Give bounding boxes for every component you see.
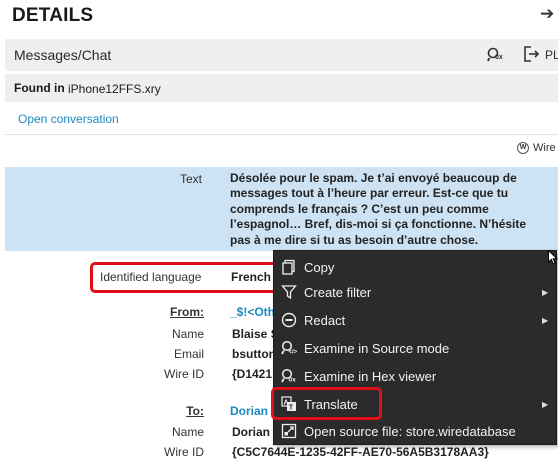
found-in-label: Found in [14,81,65,95]
identified-language-label: Identified language [100,270,202,284]
menu-item-create-filter[interactable]: Create filter ▶ [274,278,558,306]
menu-item-examine-hex[interactable]: 0x Examine in Hex viewer [274,362,558,390]
svg-text:0x: 0x [495,54,503,61]
record-type-label: Messages/Chat [14,47,112,63]
menu-item-examine-source[interactable]: </> Examine in Source mode [274,334,558,362]
text-field-value[interactable]: Désolée pour le spam. Je t’ai envoyé bea… [230,171,548,248]
menu-item-label: Copy [304,259,335,275]
menu-item-label: Examine in Source mode [304,340,450,356]
to-name-value[interactable]: Dorian [232,425,270,439]
toolbar-truncated-label[interactable]: PL [545,48,558,62]
examine-source-icon: </> [274,340,304,356]
open-conversation-link[interactable]: Open conversation [18,112,119,126]
from-wire-id-value[interactable]: {D1421 [232,367,272,381]
menu-item-open-source-file[interactable]: Open source file: store.wiredatabase [274,417,558,445]
to-wire-id-label: Wire ID [164,445,204,459]
text-field-label: Text [180,172,203,186]
filter-icon [274,284,304,300]
open-source-file-icon [274,423,304,439]
submenu-arrow-icon: ▶ [542,399,549,409]
identified-language-value[interactable]: French [231,270,271,284]
from-name-label: Name [171,327,204,341]
from-name-value[interactable]: Blaise S [232,327,279,341]
from-wire-id-label: Wire ID [164,367,204,381]
to-wire-id-value[interactable]: {C5C7644E-1235-42FF-AE70-56A5B3178AA3} [232,445,489,459]
to-name-label: Name [171,425,204,439]
redact-icon [274,312,304,328]
found-in-value: iPhone12FFS.xry [68,82,161,96]
wire-logo-icon: W [517,142,529,154]
from-value-link[interactable]: _$!<Oth [230,305,275,319]
menu-item-label: Open source file: store.wiredatabase [304,423,516,439]
examine-hex-icon[interactable]: 0x [487,46,505,67]
menu-item-label: Examine in Hex viewer [304,368,437,384]
copy-icon [274,259,304,275]
translate-highlight-box [271,387,382,420]
to-value-link[interactable]: Dorian [230,404,268,418]
menu-item-label: Create filter [304,284,372,300]
source-badge-label: Wire [533,142,556,154]
page-title: DETAILS [12,5,94,26]
from-email-label: Email [173,347,204,361]
submenu-arrow-icon: ▶ [542,287,549,297]
from-label: From: [170,305,204,319]
menu-item-copy[interactable]: Copy [274,253,558,281]
divider [5,134,558,135]
menu-item-redact[interactable]: Redact ▶ [274,306,558,334]
examine-hex-icon: 0x [274,368,304,384]
export-icon[interactable] [522,45,540,66]
to-label: To: [186,404,204,418]
svg-text:0x: 0x [289,377,297,384]
svg-text:</>: </> [289,350,298,356]
menu-item-label: Redact [304,312,346,328]
arrow-right-icon[interactable]: ➔ [540,4,554,24]
mouse-cursor-icon [548,249,558,269]
source-badge: W Wire [517,142,556,154]
submenu-arrow-icon: ▶ [542,315,549,325]
from-email-value[interactable]: bsutton [232,347,276,361]
